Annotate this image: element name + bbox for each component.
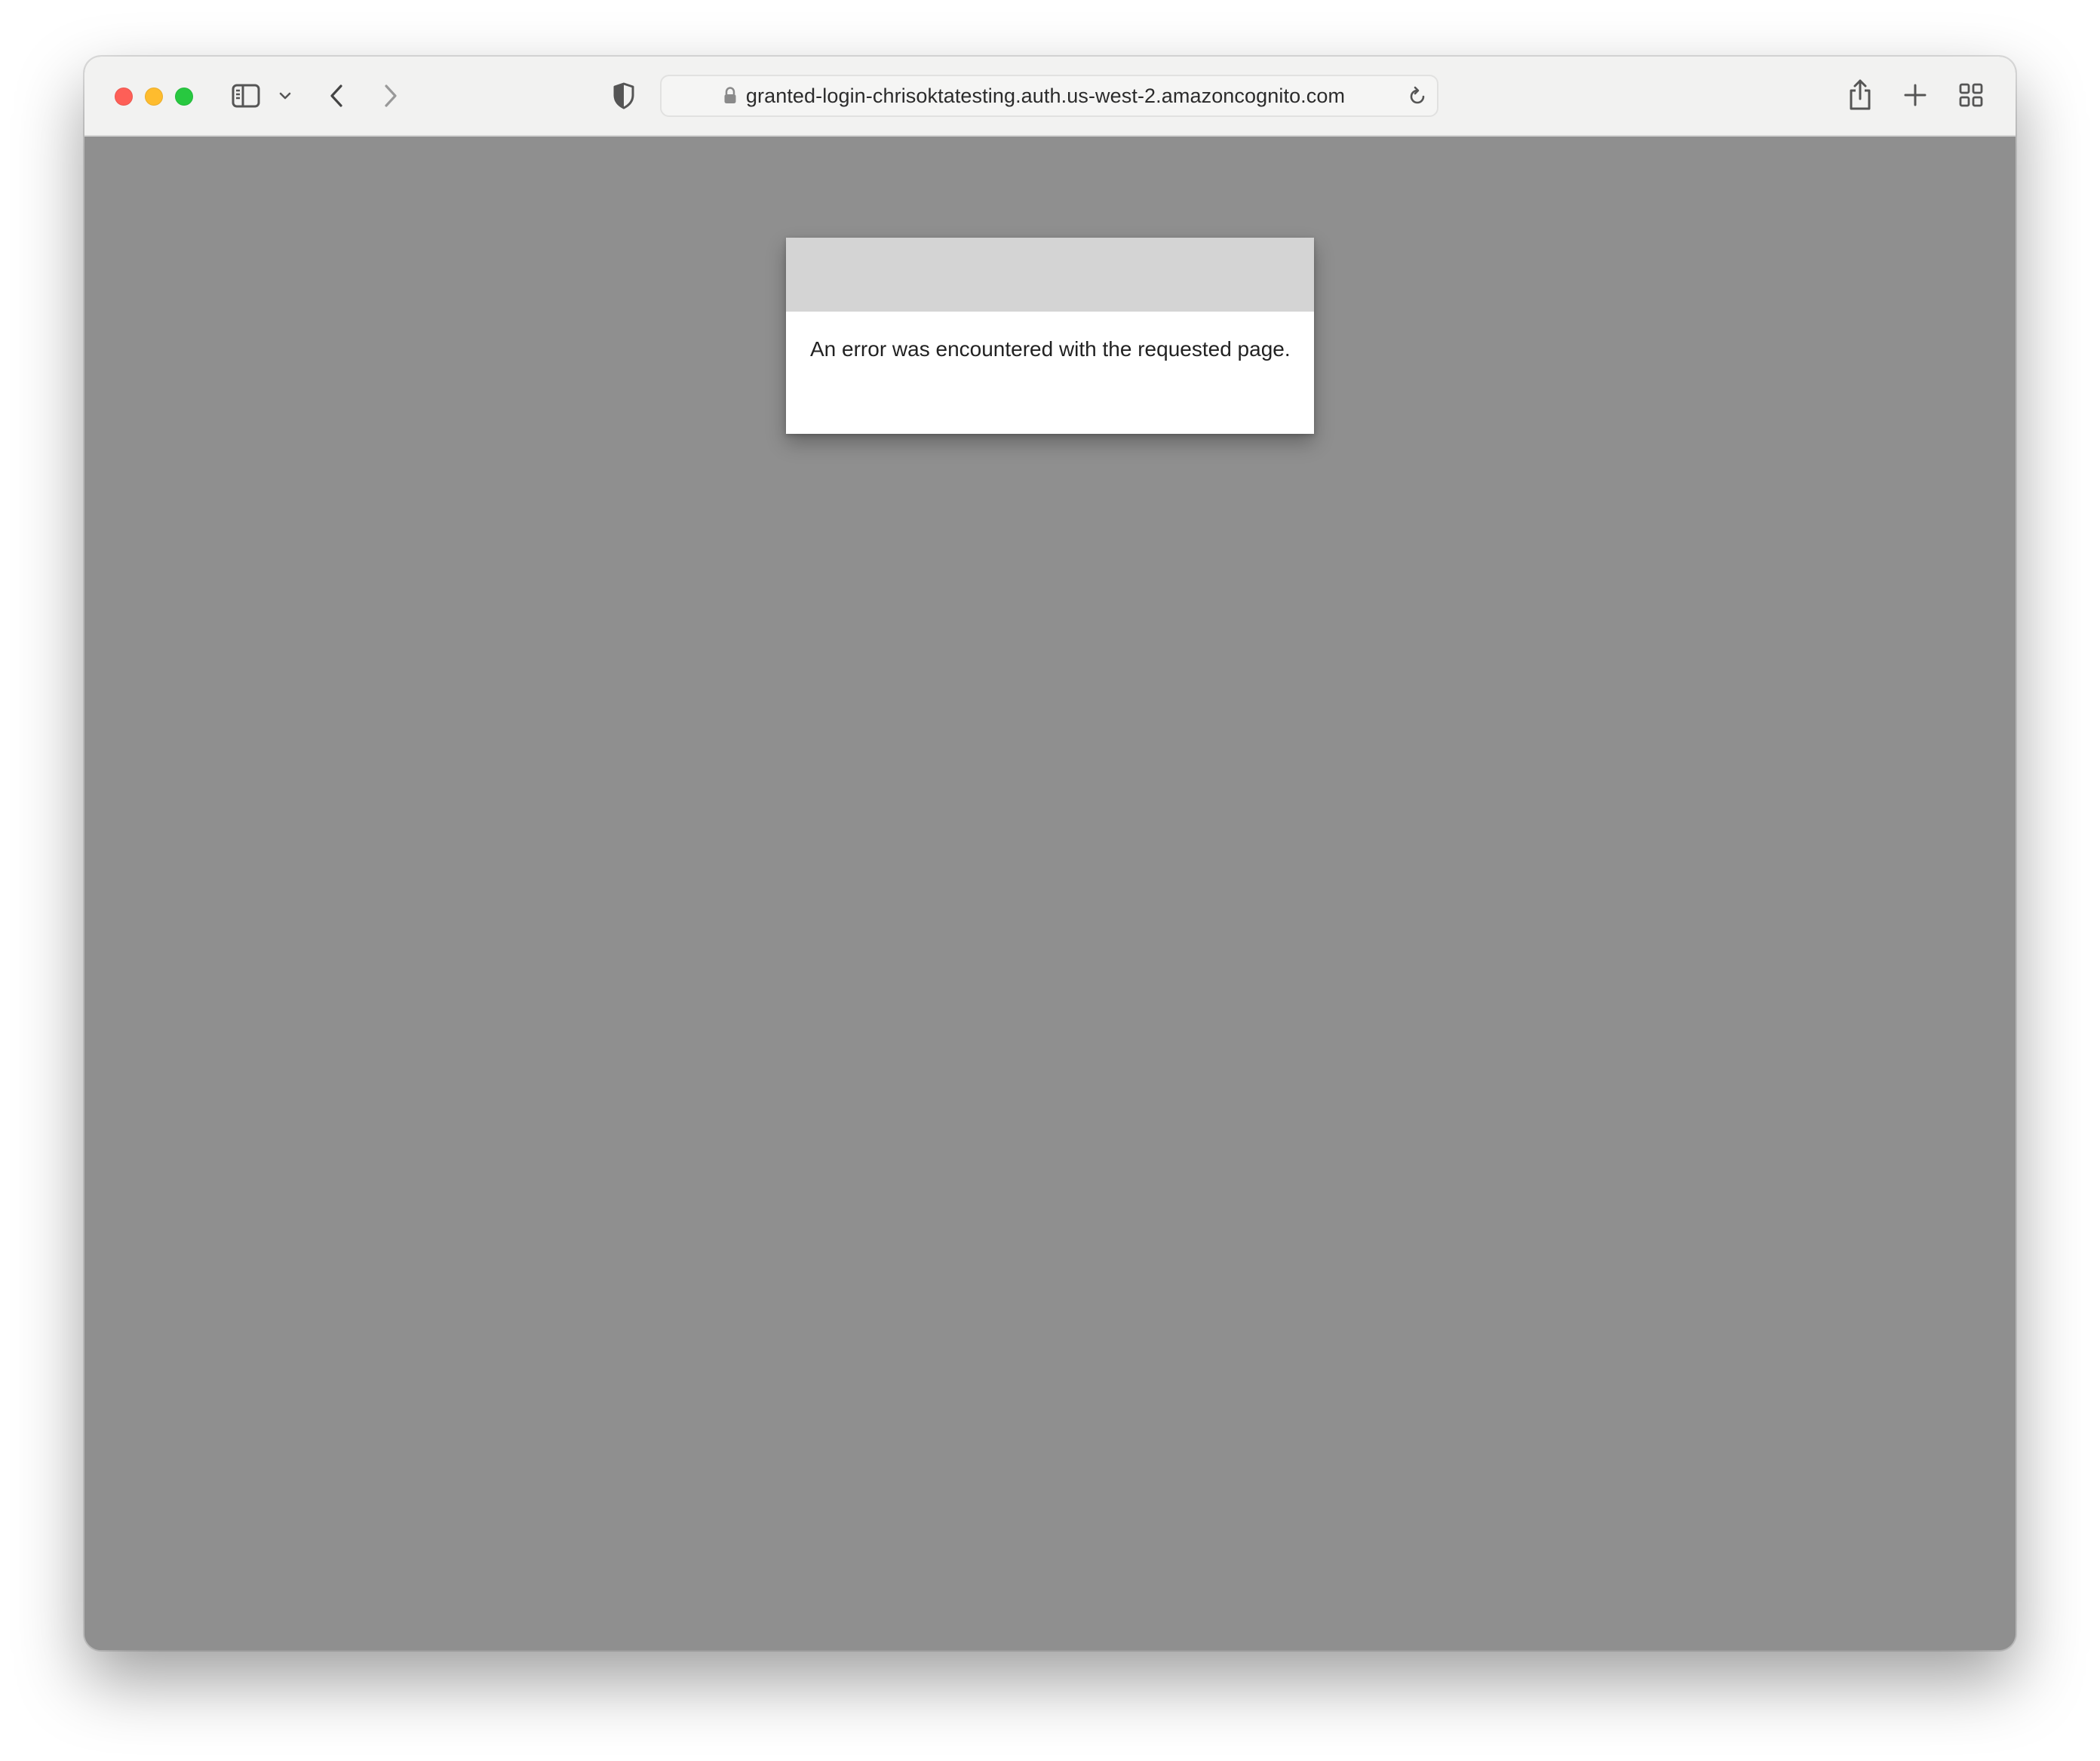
dialog-header	[786, 238, 1314, 312]
error-dialog: An error was encountered with the reques…	[786, 238, 1314, 434]
url-text: granted-login-chrisoktatesting.auth.us-w…	[745, 84, 1346, 107]
shield-icon[interactable]	[611, 81, 637, 110]
address-bar[interactable]: granted-login-chrisoktatesting.auth.us-w…	[660, 75, 1438, 117]
browser-window: granted-login-chrisoktatesting.auth.us-w…	[84, 57, 2016, 1650]
sidebar-icon[interactable]	[231, 82, 261, 109]
plus-icon[interactable]	[1902, 82, 1928, 108]
error-message: An error was encountered with the reques…	[810, 337, 1291, 361]
chevron-down-icon[interactable]	[278, 90, 293, 102]
fullscreen-window-button[interactable]	[175, 88, 193, 106]
share-icon[interactable]	[1846, 78, 1874, 112]
lock-icon	[723, 87, 737, 105]
forward-arrow-icon[interactable]	[380, 82, 401, 109]
grid-icon[interactable]	[1958, 82, 1984, 108]
browser-toolbar: granted-login-chrisoktatesting.auth.us-w…	[84, 57, 2016, 137]
page-content: An error was encountered with the reques…	[84, 137, 2016, 1650]
back-arrow-icon[interactable]	[326, 82, 347, 109]
close-window-button[interactable]	[115, 88, 133, 106]
minimize-window-button[interactable]	[145, 88, 163, 106]
reload-icon[interactable]	[1407, 86, 1428, 111]
